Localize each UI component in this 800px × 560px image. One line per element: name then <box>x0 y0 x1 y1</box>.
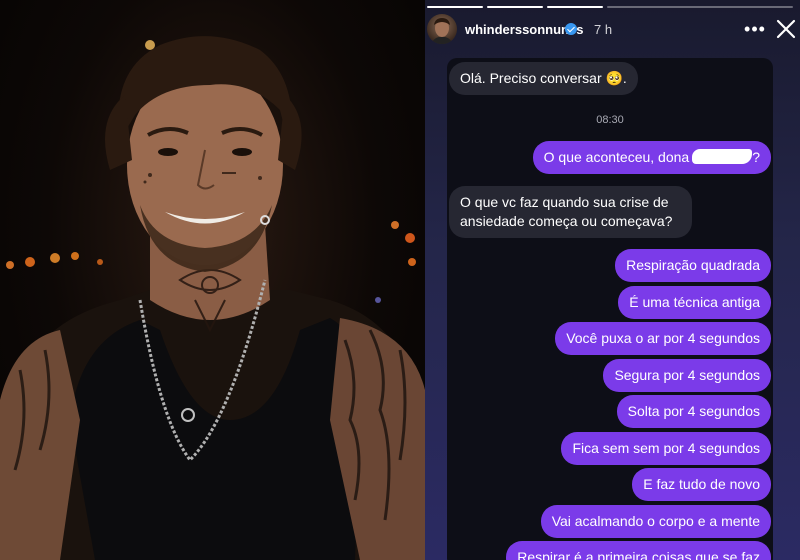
avatar[interactable] <box>427 14 457 44</box>
photo-panel <box>0 0 425 560</box>
message-text: Segura por 4 segundos <box>614 367 760 383</box>
chat-timestamp: 08:30 <box>596 114 624 126</box>
message-bubble-outgoing: Você puxa o ar por 4 segundos <box>555 322 771 355</box>
message-text: O que aconteceu, dona <box>543 149 690 165</box>
story-header: whinderssonnunes 7 h ••• <box>425 14 800 46</box>
message-bubble-outgoing: Segura por 4 segundos <box>603 359 771 392</box>
progress-segment <box>547 6 603 8</box>
avatar-image <box>431 18 453 44</box>
message-bubble-outgoing: E faz tudo de novo <box>632 468 771 501</box>
message-bubble-incoming: Olá. Preciso conversar 🥺. <box>449 62 638 95</box>
message-line: O que vc faz quando sua crise de <box>460 194 669 210</box>
message-bubble-outgoing: Respirar é a primeira coisas que se faz <box>506 541 771 560</box>
verified-badge-icon <box>565 23 577 35</box>
chat-screenshot: Olá. Preciso conversar 🥺. 08:30 O que ac… <box>447 58 773 560</box>
message-bubble-outgoing: Solta por 4 segundos <box>616 395 771 428</box>
message-bubble-outgoing: Respiração quadrada <box>615 249 771 282</box>
message-text: É uma técnica antiga <box>629 294 760 310</box>
close-icon <box>776 19 796 39</box>
story-panel: whinderssonnunes 7 h ••• Olá. Preciso co… <box>425 0 800 560</box>
redaction-mark <box>692 149 753 164</box>
time-ago: 7 h <box>594 22 613 37</box>
message-bubble-incoming: O que vc faz quando sua crise de ansieda… <box>449 186 692 238</box>
message-text: Vai acalmando o corpo e a mente <box>551 513 760 529</box>
message-text: Respirar é a primeira coisas que se faz <box>517 549 760 560</box>
story-progress <box>425 6 800 8</box>
close-button[interactable] <box>774 17 798 41</box>
progress-segment <box>607 6 793 8</box>
message-text: Respiração quadrada <box>626 257 760 273</box>
message-text: Olá. Preciso conversar 🥺. <box>460 70 627 86</box>
message-text: Solta por 4 segundos <box>627 403 760 419</box>
message-text: E faz tudo de novo <box>643 476 760 492</box>
message-bubble-outgoing: É uma técnica antiga <box>618 286 771 319</box>
message-line: ansiedade começa ou começava? <box>460 213 673 229</box>
progress-segment <box>487 6 543 8</box>
message-text-suffix: ? <box>752 149 760 165</box>
person-photo <box>0 36 425 560</box>
message-text: Fica sem sem por 4 segundos <box>572 440 760 456</box>
message-bubble-outgoing: O que aconteceu, dona? <box>532 141 771 174</box>
message-bubble-outgoing: Fica sem sem por 4 segundos <box>561 432 771 465</box>
progress-segment <box>427 6 483 8</box>
message-text: Você puxa o ar por 4 segundos <box>566 330 760 346</box>
more-options-button[interactable]: ••• <box>743 17 767 41</box>
message-bubble-outgoing: Vai acalmando o corpo e a mente <box>540 505 771 538</box>
